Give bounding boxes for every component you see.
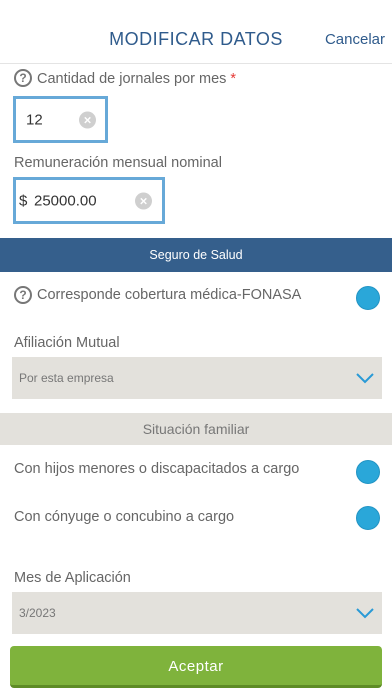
help-icon[interactable]: ? xyxy=(14,69,32,87)
hijos-label: Con hijos menores o discapacitados a car… xyxy=(14,461,300,477)
jornales-value: 12 xyxy=(26,111,43,128)
fonasa-label: Corresponde cobertura médica-FONASA xyxy=(37,287,302,303)
remuneracion-value: 25000.00 xyxy=(34,192,97,209)
remuneracion-label: Remuneración mensual nominal xyxy=(14,155,222,171)
section-situacion-familiar: Situación familiar xyxy=(0,413,392,445)
conyuge-label: Con cónyuge o concubino a cargo xyxy=(14,509,235,525)
help-icon[interactable]: ? xyxy=(14,286,32,304)
accept-button[interactable]: Aceptar xyxy=(10,646,382,688)
section-seguro-salud: Seguro de Salud xyxy=(0,238,392,272)
jornales-input[interactable]: 12 × xyxy=(13,96,108,143)
hijos-toggle[interactable] xyxy=(356,460,380,484)
mes-selected: 3/2023 xyxy=(19,606,56,620)
fonasa-toggle[interactable] xyxy=(356,286,380,310)
mes-label: Mes de Aplicación xyxy=(14,570,131,586)
jornales-label: Cantidad de jornales por mes * xyxy=(37,71,237,87)
chevron-down-icon xyxy=(356,373,374,384)
mutual-label: Afiliación Mutual xyxy=(14,335,120,351)
header-bar: MODIFICAR DATOS Cancelar xyxy=(0,0,392,64)
mutual-selected: Por esta empresa xyxy=(19,371,114,385)
currency-symbol: $ xyxy=(19,192,28,209)
mutual-select[interactable]: Por esta empresa xyxy=(12,357,382,399)
chevron-down-icon xyxy=(356,608,374,619)
mes-select[interactable]: 3/2023 xyxy=(12,592,382,634)
remuneracion-input[interactable]: $ 25000.00 × xyxy=(13,177,165,224)
clear-x-icon[interactable]: × xyxy=(135,192,152,209)
conyuge-toggle[interactable] xyxy=(356,506,380,530)
cancel-button[interactable]: Cancelar xyxy=(325,31,385,48)
clear-x-icon[interactable]: × xyxy=(79,111,96,128)
required-mark: * xyxy=(230,71,237,87)
